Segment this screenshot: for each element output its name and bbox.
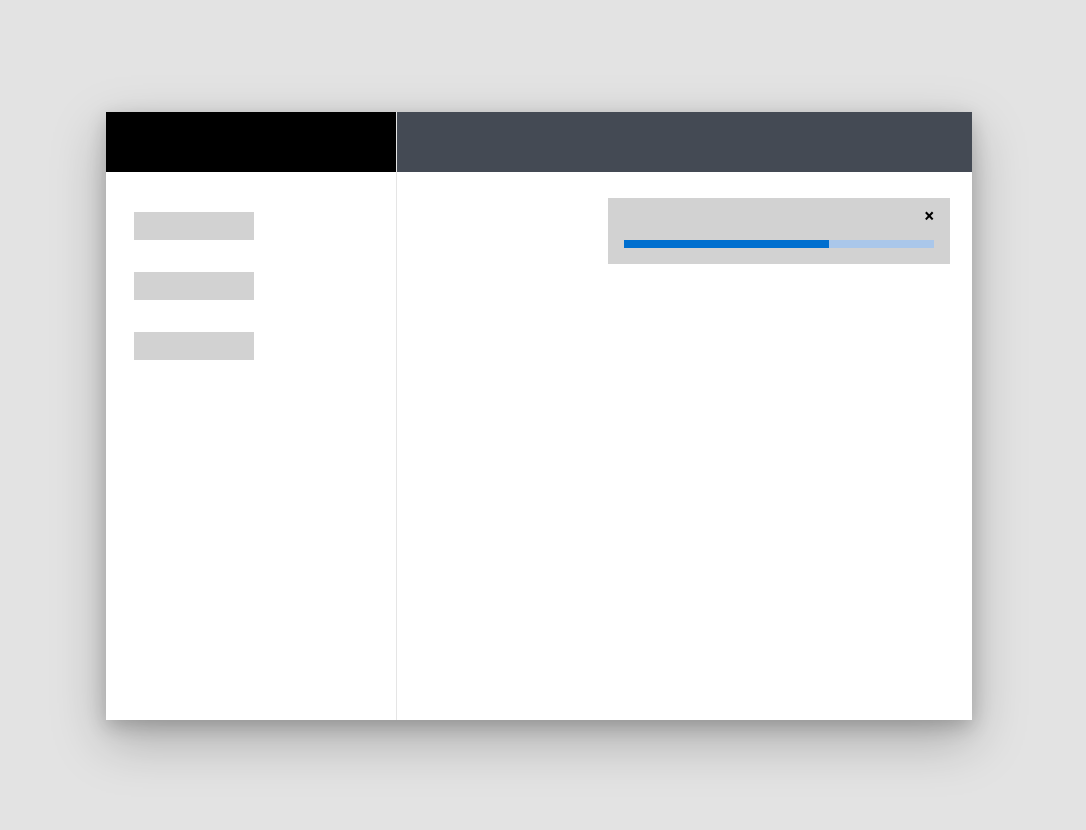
toast-header: × <box>624 208 934 232</box>
progress-bar <box>624 240 934 248</box>
main-body: × <box>397 172 972 720</box>
progress-bar-fill <box>624 240 829 248</box>
sidebar-item[interactable] <box>134 332 254 360</box>
sidebar-body <box>106 172 396 720</box>
sidebar <box>106 112 396 720</box>
sidebar-item[interactable] <box>134 212 254 240</box>
app-window: × <box>106 112 972 720</box>
main-header <box>397 112 972 172</box>
sidebar-item[interactable] <box>134 272 254 300</box>
close-icon[interactable]: × <box>916 208 934 226</box>
main-panel: × <box>396 112 972 720</box>
sidebar-header <box>106 112 396 172</box>
progress-toast: × <box>608 198 950 264</box>
